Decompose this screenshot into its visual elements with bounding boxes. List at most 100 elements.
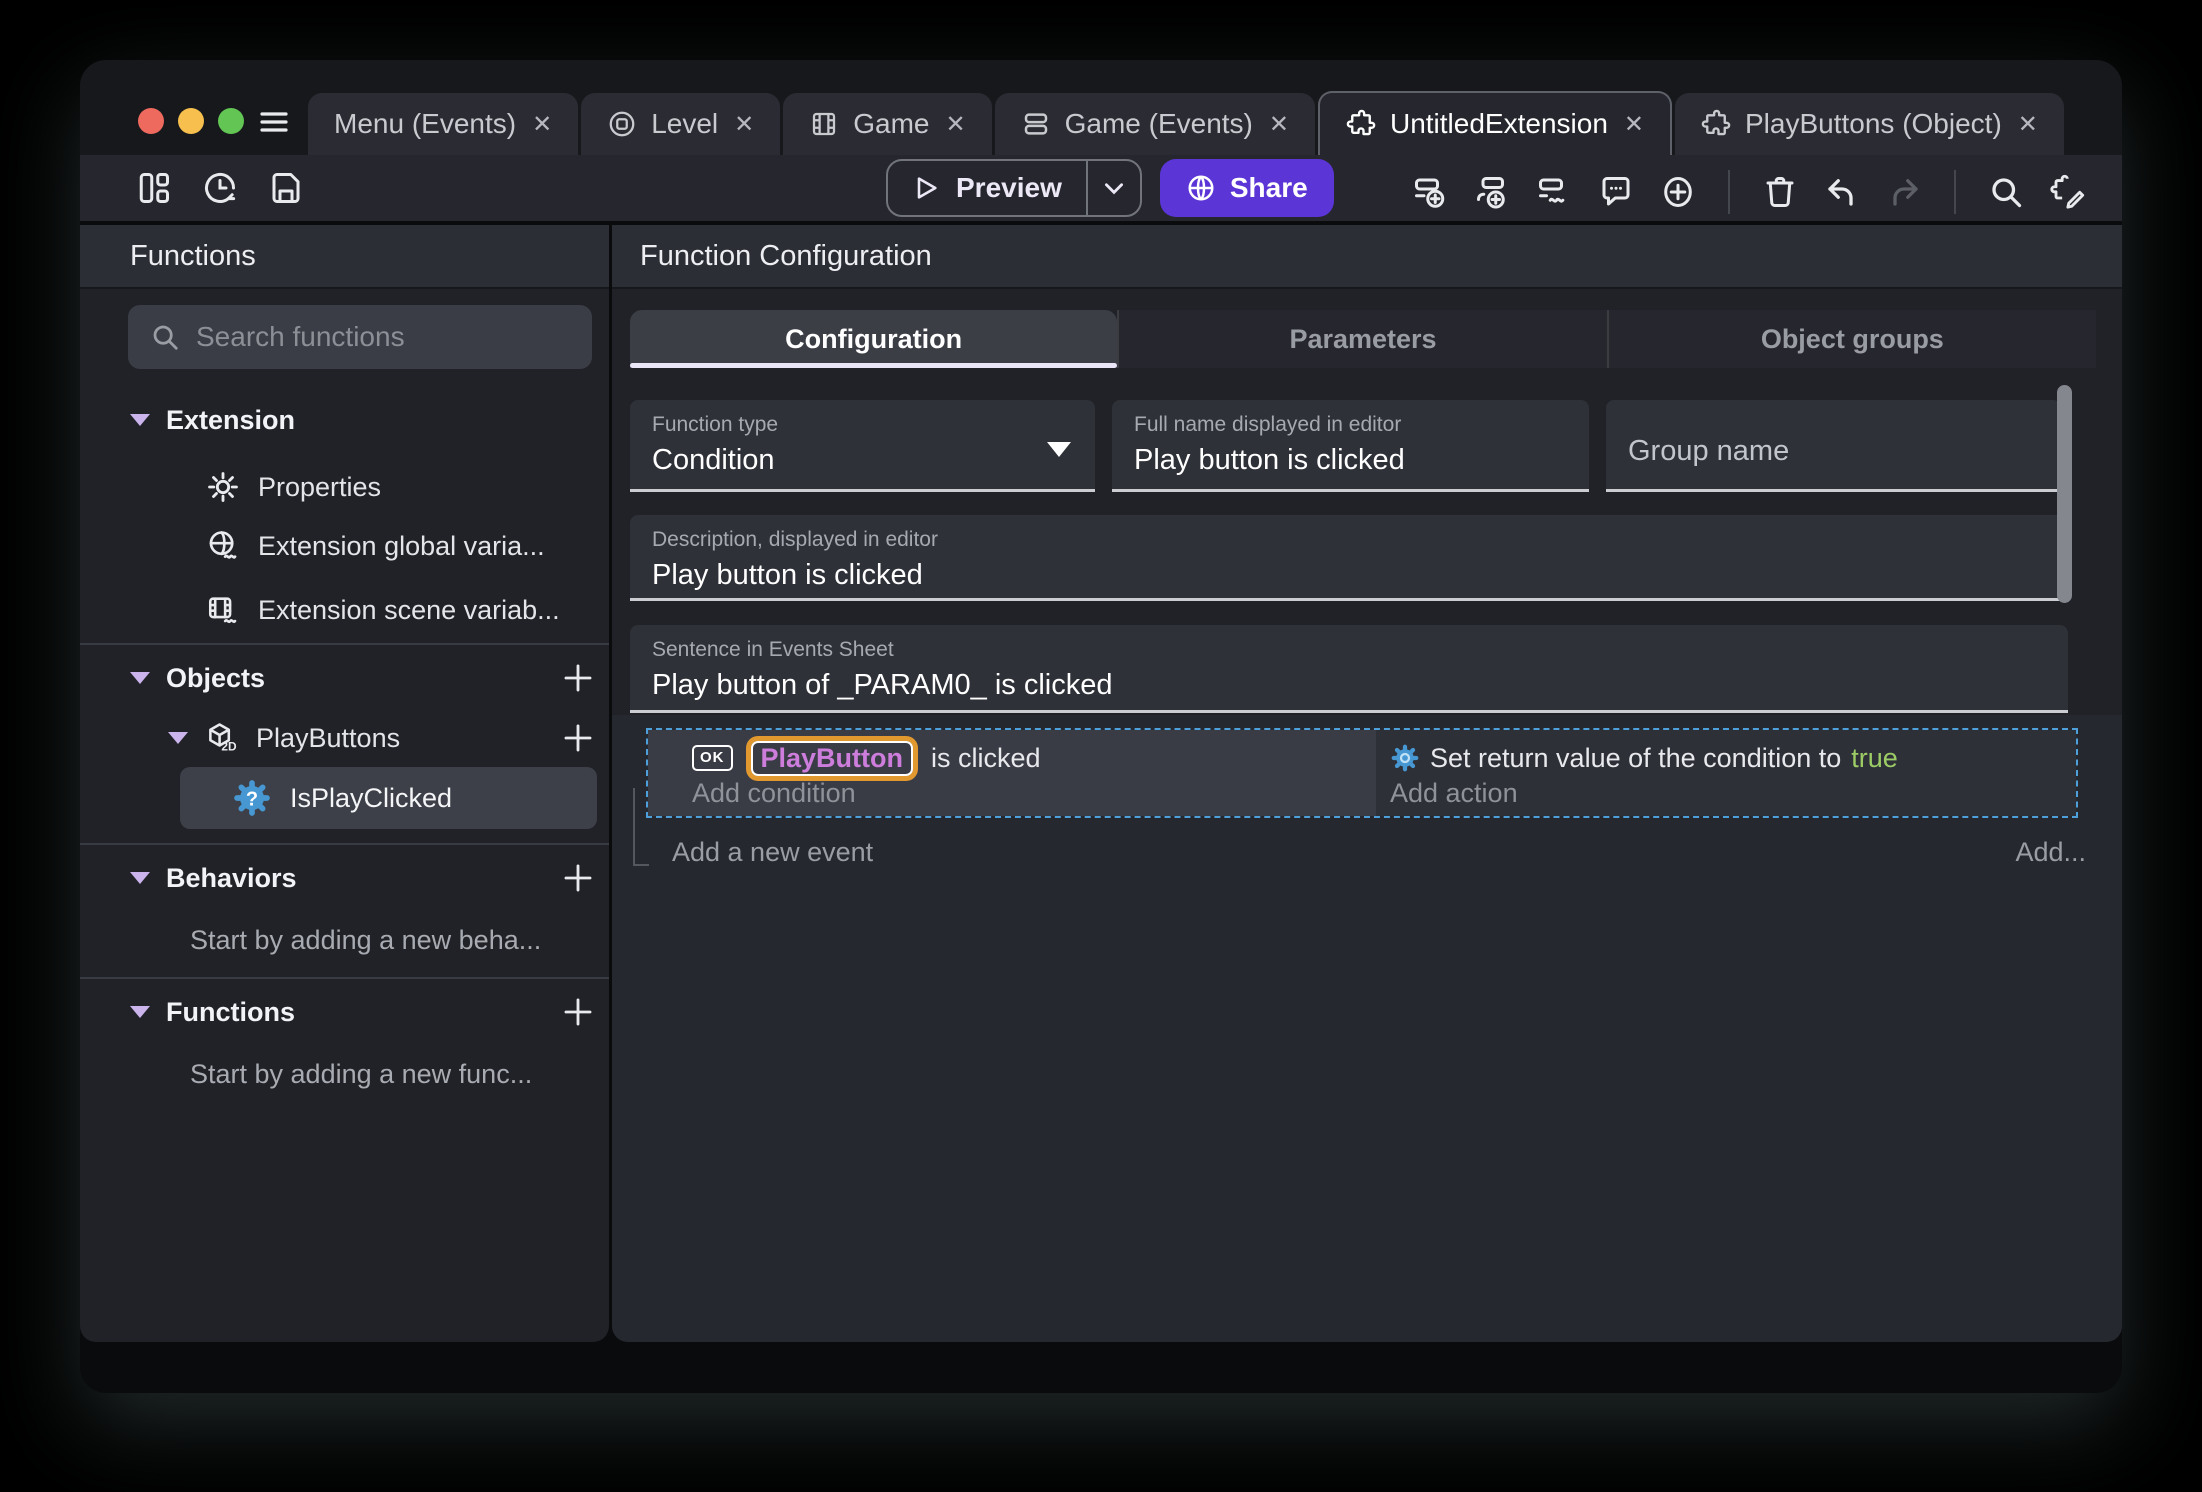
caret-down-icon[interactable] (130, 872, 150, 884)
preview-options-button[interactable] (1085, 161, 1140, 215)
share-button[interactable]: Share (1159, 159, 1334, 217)
vertical-scrollbar[interactable] (2057, 385, 2072, 603)
add-function-button[interactable] (561, 995, 595, 1029)
add-object-function-button[interactable] (561, 721, 595, 755)
full-name-input[interactable] (1134, 444, 1567, 477)
tab-parameters[interactable]: Parameters (1117, 310, 1607, 368)
caret-down-icon[interactable] (130, 1006, 150, 1018)
main-menu-icon[interactable] (256, 106, 292, 138)
fullscreen-window-button[interactable] (218, 108, 244, 134)
events-sheet-icon (1021, 109, 1051, 139)
svg-text:2D: 2D (221, 740, 237, 754)
sidebar-divider (80, 643, 609, 645)
add-subevent-icon[interactable] (1474, 174, 1510, 210)
preview-button[interactable]: Preview (886, 159, 1142, 217)
close-tab-icon[interactable]: ✕ (945, 110, 965, 139)
sentence-input[interactable] (652, 669, 2046, 702)
delete-icon[interactable] (1762, 174, 1798, 210)
toolbar-center-group: Preview Share (886, 159, 1334, 217)
tab-playbuttons-object[interactable]: PlayButtons (Object) ✕ (1675, 93, 2064, 155)
minimize-window-button[interactable] (178, 108, 204, 134)
tree-item-properties[interactable]: Properties (80, 456, 609, 518)
add-object-button[interactable] (561, 661, 595, 695)
edit-extension-icon[interactable] (2050, 174, 2086, 210)
close-tab-icon[interactable]: ✕ (1624, 110, 1644, 139)
actions-column[interactable]: Set return value of the condition to tru… (1376, 730, 2076, 816)
version-history-icon[interactable] (202, 170, 238, 206)
tab-configuration[interactable]: Configuration (630, 310, 1118, 368)
functions-sidebar: Functions Extension Properties Extension… (80, 225, 609, 1342)
undo-icon[interactable] (1824, 174, 1860, 210)
tab-label: Game (Events) (1064, 108, 1253, 139)
behaviors-empty-hint[interactable]: Start by adding a new beha... (80, 909, 609, 971)
tree-section-functions[interactable]: Functions (80, 981, 609, 1043)
close-tab-icon[interactable]: ✕ (1269, 110, 1289, 139)
condition-instruction[interactable]: OK PlayButton is clicked (692, 737, 1041, 779)
scene-variable-icon (206, 593, 240, 627)
object-parameter-chip[interactable]: PlayButton (750, 740, 914, 776)
description-input[interactable] (652, 559, 2046, 592)
search-events-icon[interactable] (1988, 174, 2024, 210)
action-instruction[interactable]: Set return value of the condition to tru… (1390, 737, 1898, 779)
group-name-field[interactable] (1606, 400, 2061, 492)
add-other-event-icon[interactable] (1536, 174, 1572, 210)
section-label: Behaviors (166, 862, 297, 893)
field-label: Description, displayed in editor (652, 528, 938, 551)
tab-label: UntitledExtension (1389, 108, 1608, 139)
search-functions-input[interactable] (196, 321, 556, 353)
function-type-select[interactable]: Function type Condition (630, 400, 1095, 492)
full-name-field[interactable]: Full name displayed in editor (1112, 400, 1589, 492)
section-label: Extension (166, 404, 296, 435)
group-name-input[interactable] (1628, 434, 2039, 468)
editor-tabs: Menu (Events) ✕ Level ✕ Game ✕ Game (Eve… (308, 91, 2064, 155)
tab-game[interactable]: Game ✕ (783, 93, 992, 155)
add-more-button[interactable]: Add... (2015, 837, 2086, 868)
tree-item-extension-scene-variables[interactable]: Extension scene variab... (80, 579, 609, 641)
tree-item-extension-global-variables[interactable]: Extension global varia... (80, 515, 609, 577)
window-controls (138, 108, 244, 134)
description-field[interactable]: Description, displayed in editor (630, 515, 2068, 601)
functions-empty-hint[interactable]: Start by adding a new func... (80, 1043, 609, 1105)
event-row-selected[interactable]: OK PlayButton is clicked Add condition S… (646, 728, 2078, 818)
puzzle-icon (1701, 109, 1731, 139)
open-panels-icon[interactable] (136, 170, 172, 206)
close-tab-icon[interactable]: ✕ (734, 110, 754, 139)
add-new-event-button[interactable]: Add a new event (672, 837, 873, 868)
sidebar-title: Functions (130, 239, 256, 272)
add-event-icon[interactable] (1412, 174, 1448, 210)
add-behavior-button[interactable] (561, 861, 595, 895)
tab-untitled-extension[interactable]: UntitledExtension ✕ (1317, 91, 1672, 155)
search-icon (150, 322, 180, 352)
close-tab-icon[interactable]: ✕ (2018, 110, 2038, 139)
sentence-field[interactable]: Sentence in Events Sheet (630, 625, 2068, 713)
close-window-button[interactable] (138, 108, 164, 134)
search-functions-box[interactable] (128, 305, 592, 369)
sidebar-divider (80, 977, 609, 979)
tab-label: Object groups (1760, 323, 1944, 354)
add-condition-button[interactable]: Add condition (692, 778, 856, 809)
toggle-event-icon[interactable] (1660, 174, 1696, 210)
tab-level[interactable]: Level ✕ (581, 93, 781, 155)
close-tab-icon[interactable]: ✕ (532, 110, 552, 139)
add-action-button[interactable]: Add action (1390, 778, 1518, 809)
add-comment-icon[interactable] (1598, 174, 1634, 210)
caret-down-icon[interactable] (168, 732, 188, 744)
save-icon[interactable] (268, 170, 304, 206)
caret-down-icon[interactable] (130, 672, 150, 684)
tree-section-extension[interactable]: Extension (80, 389, 609, 451)
tab-bar: Menu (Events) ✕ Level ✕ Game ✕ Game (Eve… (80, 60, 2122, 155)
tree-section-behaviors[interactable]: Behaviors (80, 847, 609, 909)
preview-button-main[interactable]: Preview (888, 161, 1086, 215)
tree-item-playbuttons[interactable]: 2D PlayButtons (80, 707, 609, 769)
tree-section-objects[interactable]: Objects (80, 647, 609, 709)
caret-down-icon[interactable] (130, 414, 150, 426)
conditions-column[interactable]: OK PlayButton is clicked Add condition (648, 730, 1376, 816)
tab-game-events[interactable]: Game (Events) ✕ (994, 93, 1315, 155)
sidebar-divider (80, 843, 609, 845)
redo-icon[interactable] (1886, 174, 1922, 210)
tab-object-groups[interactable]: Object groups (1606, 310, 2096, 368)
tree-item-isplayclicked-selected[interactable]: ? IsPlayClicked (180, 767, 597, 829)
function-configuration-panel: Function Configuration Configuration Par… (612, 225, 2122, 1342)
tab-label: PlayButtons (Object) (1745, 108, 2002, 139)
tab-menu-events[interactable]: Menu (Events) ✕ (308, 93, 579, 155)
